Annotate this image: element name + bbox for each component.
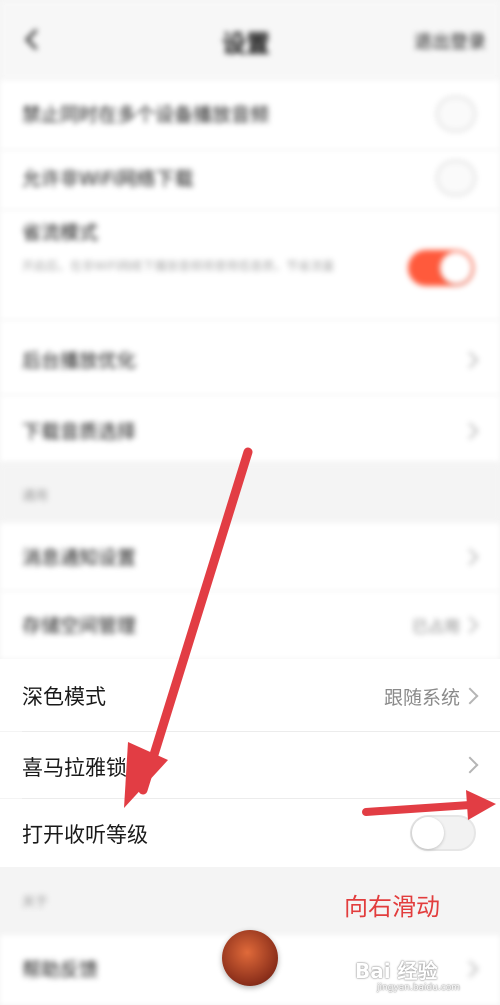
setting-label: 消息通知设置 — [22, 547, 137, 569]
lock-screen-label: 喜马拉雅锁屏 — [22, 756, 148, 780]
setting-label: 帮助反馈 — [22, 959, 99, 981]
setting-row-dark-mode[interactable]: 深色模式 跟随系统 — [0, 659, 500, 731]
storage-value: 已占用 — [411, 617, 460, 636]
setting-row-background-play[interactable]: 后台播放优化 — [0, 320, 500, 395]
setting-label: 下载音质选择 — [22, 421, 137, 443]
page-title: 设置 — [222, 30, 270, 58]
setting-row-storage[interactable]: 存储空间管理 已占用 — [0, 591, 500, 659]
back-icon[interactable] — [24, 28, 47, 51]
chevron-right-icon — [461, 616, 479, 634]
setting-row-download-quality[interactable]: 下载音质选择 — [0, 395, 500, 463]
multi-device-toggle[interactable] — [436, 96, 476, 132]
dark-mode-value: 跟随系统 — [383, 687, 460, 709]
mini-player-avatar[interactable] — [222, 930, 278, 986]
chevron-right-icon — [461, 756, 479, 774]
section-title: 关于 — [22, 895, 49, 910]
watermark-subtext: jingyan.baidu.com — [377, 983, 461, 993]
setting-row-notifications[interactable]: 消息通知设置 — [0, 523, 500, 591]
watermark-text: Bai 经验 — [355, 959, 438, 983]
dark-mode-label: 深色模式 — [22, 685, 106, 709]
setting-label: 允许非WiFi网络下载 — [22, 168, 194, 190]
swipe-right-annotation: 向右滑动 — [344, 893, 440, 921]
chevron-right-icon — [461, 351, 479, 369]
baidu-watermark: Bai 经验 jingyan.baidu.com — [355, 955, 495, 1001]
setting-label: 后台播放优化 — [22, 350, 137, 372]
data-saver-toggle[interactable] — [408, 250, 474, 286]
setting-description: 开启后，在非WiFi网络下播放音频将使用低音质，节省流量 — [22, 259, 335, 273]
listen-level-toggle[interactable] — [410, 815, 476, 851]
section-header-general: 通用 — [0, 463, 500, 523]
setting-row-lock-screen[interactable]: 喜马拉雅锁屏 — [0, 732, 500, 798]
setting-row-listen-level[interactable]: 打开收听等级 — [0, 799, 500, 867]
setting-label: 省流模式 — [22, 222, 99, 244]
setting-row-multi-device[interactable]: 禁止同时在多个设备播放音频 — [0, 80, 500, 150]
section-title: 通用 — [22, 489, 49, 504]
logout-button[interactable]: 退出登录 — [414, 28, 486, 54]
setting-row-wifi-download[interactable]: 允许非WiFi网络下载 — [0, 150, 500, 210]
setting-label: 禁止同时在多个设备播放音频 — [22, 104, 270, 126]
chevron-right-icon — [461, 687, 479, 705]
setting-label: 存储空间管理 — [22, 615, 137, 637]
wifi-download-toggle[interactable] — [436, 160, 476, 196]
setting-row-data-saver[interactable]: 省流模式 开启后，在非WiFi网络下播放音频将使用低音质，节省流量 — [0, 210, 500, 320]
chevron-right-icon — [461, 422, 479, 440]
section-header-about: 关于 向右滑动 — [0, 867, 500, 935]
nav-bar: 设置 退出登录 — [0, 0, 500, 80]
listen-level-label: 打开收听等级 — [22, 823, 148, 847]
chevron-right-icon — [461, 548, 479, 566]
